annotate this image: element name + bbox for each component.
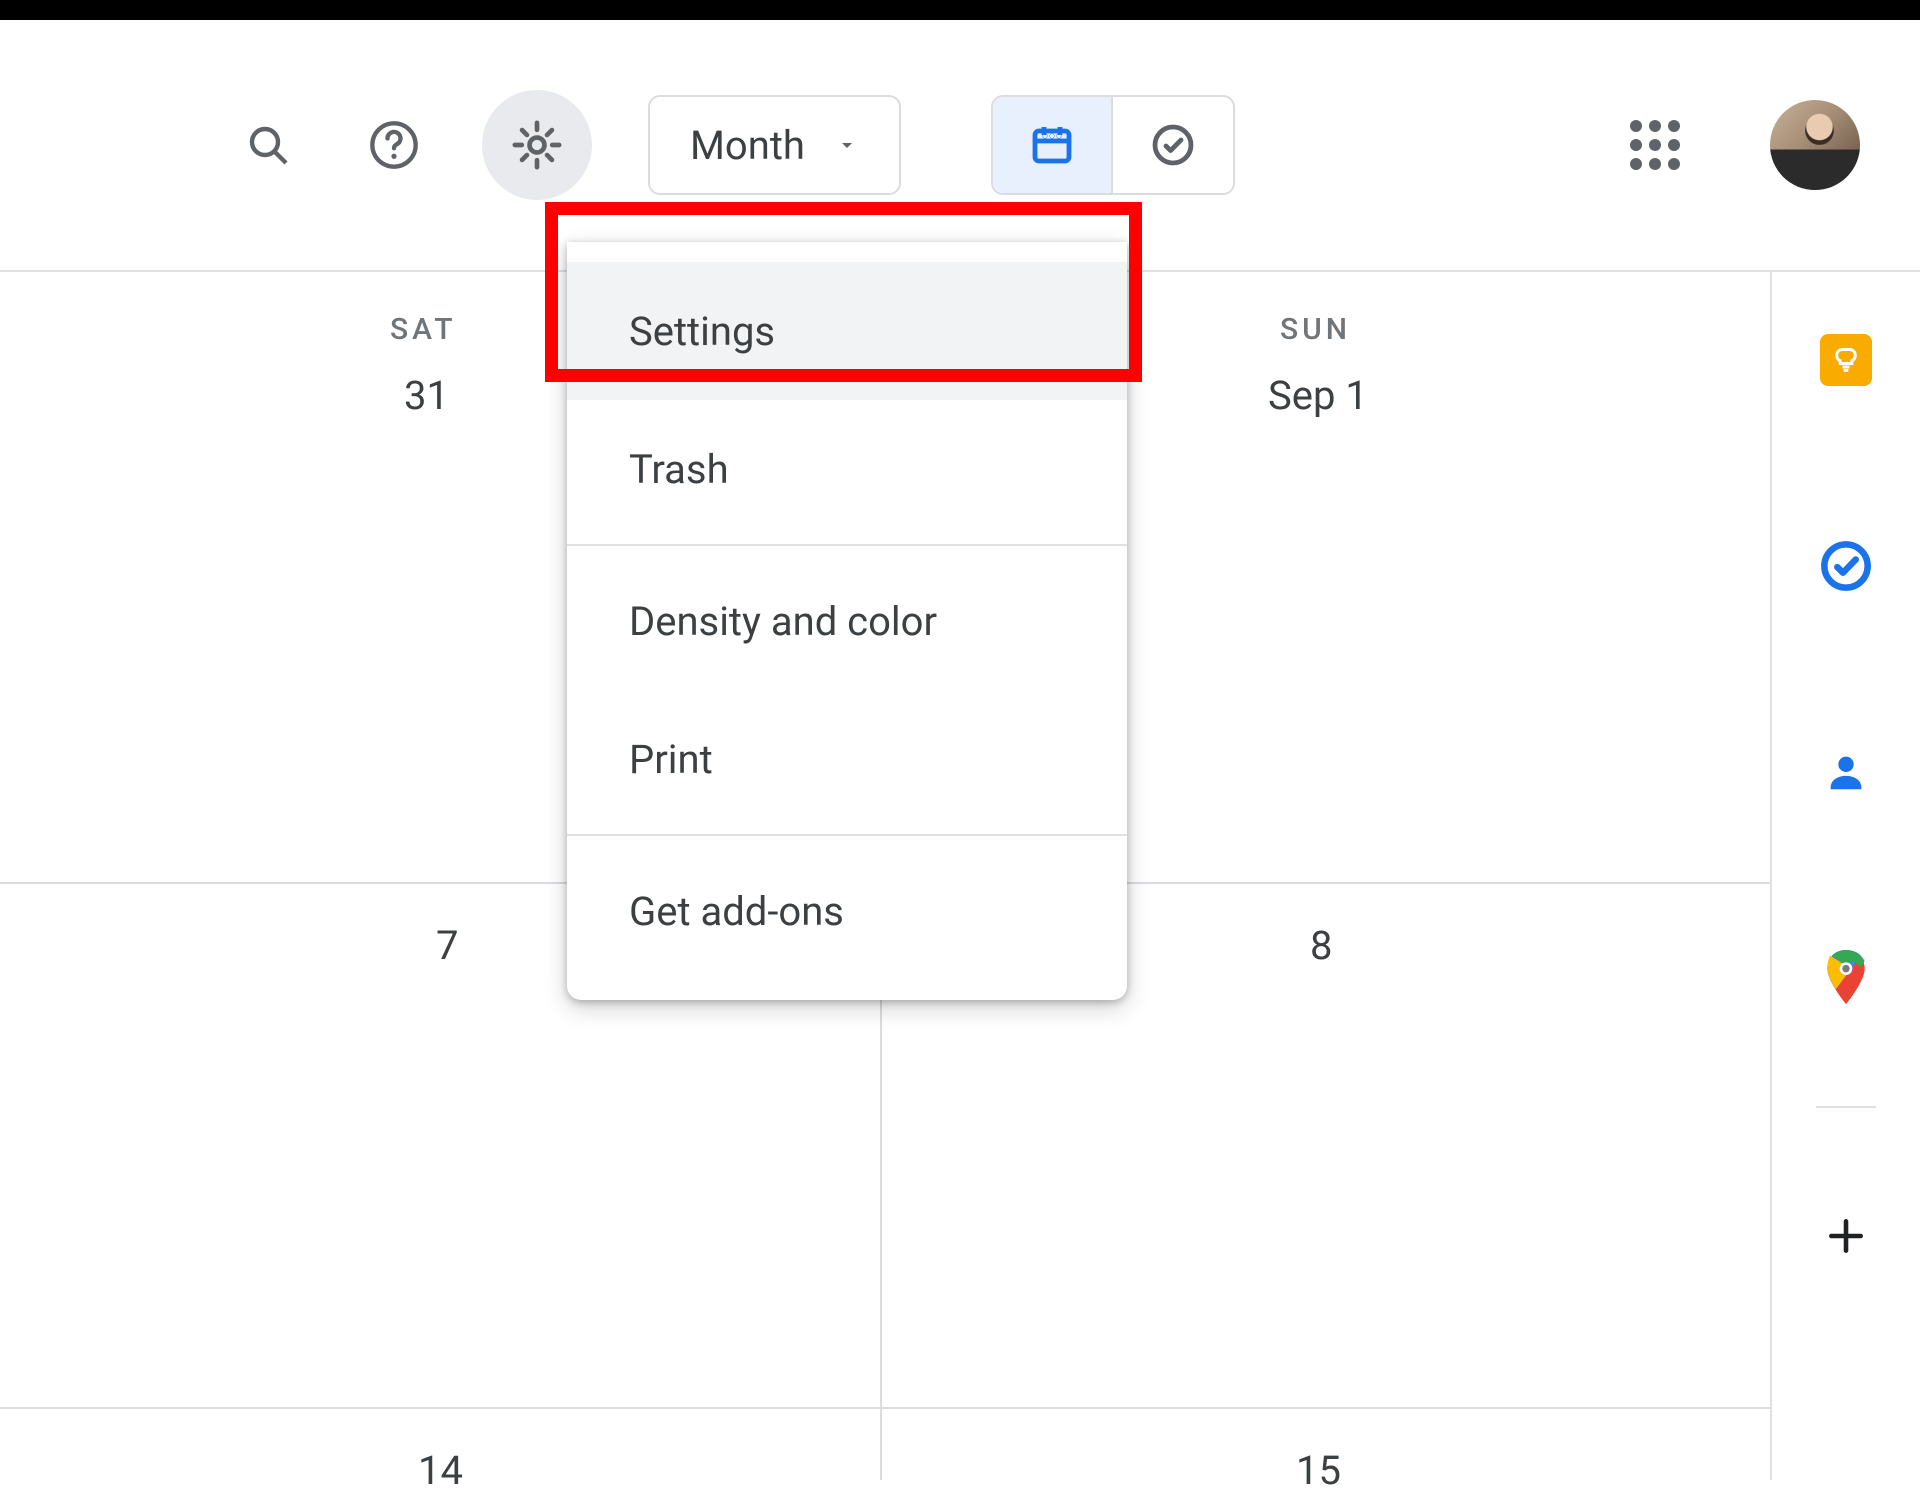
app-header: Month	[0, 20, 1920, 270]
day-cell[interactable]: Sep 1	[1268, 372, 1368, 419]
calendar-grid: SAT SUN 31 Sep 1 7 8 14 15 Settings Tras…	[0, 272, 1770, 1480]
menu-item-density-color[interactable]: Density and color	[567, 552, 1127, 690]
view-selector-label: Month	[690, 122, 805, 169]
grid-row-divider	[0, 1407, 1770, 1409]
settings-button[interactable]	[482, 90, 592, 200]
main-content: SAT SUN 31 Sep 1 7 8 14 15 Settings Tras…	[0, 270, 1920, 1480]
tasks-app-button[interactable]	[1818, 538, 1874, 594]
chevron-down-icon	[835, 133, 859, 157]
day-cell[interactable]: 15	[1296, 1447, 1341, 1494]
view-mode-segmented	[991, 95, 1235, 195]
menu-item-label: Get add-ons	[629, 888, 844, 935]
menu-item-label: Settings	[629, 308, 775, 355]
menu-separator	[567, 544, 1127, 546]
menu-item-label: Print	[629, 736, 713, 783]
contacts-app-button[interactable]	[1818, 744, 1874, 800]
side-panel	[1770, 272, 1920, 1480]
account-avatar[interactable]	[1770, 100, 1860, 190]
maps-icon	[1823, 950, 1869, 1006]
menu-item-get-addons[interactable]: Get add-ons	[567, 842, 1127, 980]
window-chrome-bar	[0, 0, 1920, 20]
menu-item-label: Density and color	[629, 598, 937, 645]
day-header-sun: SUN	[1280, 312, 1351, 347]
keep-app-button[interactable]	[1818, 332, 1874, 388]
menu-item-trash[interactable]: Trash	[567, 400, 1127, 538]
gear-icon	[509, 117, 565, 173]
plus-icon	[1824, 1214, 1868, 1258]
help-icon	[368, 119, 420, 171]
get-addons-side-button[interactable]	[1818, 1208, 1874, 1264]
help-button[interactable]	[356, 107, 432, 183]
day-cell[interactable]: 31	[404, 372, 449, 419]
contacts-icon	[1823, 749, 1869, 795]
search-icon	[244, 121, 292, 169]
tasks-icon	[1820, 540, 1872, 592]
keep-icon	[1820, 334, 1872, 386]
menu-separator	[567, 834, 1127, 836]
menu-item-print[interactable]: Print	[567, 690, 1127, 828]
day-header-sat: SAT	[390, 312, 457, 347]
side-panel-separator	[1816, 1106, 1876, 1108]
day-cell[interactable]: 7	[436, 922, 458, 969]
menu-item-label: Trash	[629, 446, 729, 493]
day-cell[interactable]: 8	[1310, 922, 1332, 969]
calendar-view-button[interactable]	[993, 97, 1113, 193]
calendar-icon	[1028, 121, 1076, 169]
tasks-view-button[interactable]	[1113, 97, 1233, 193]
task-check-icon	[1149, 121, 1197, 169]
view-selector[interactable]: Month	[648, 95, 901, 195]
day-cell[interactable]: 14	[418, 1447, 463, 1494]
menu-item-settings[interactable]: Settings	[567, 262, 1127, 400]
maps-app-button[interactable]	[1818, 950, 1874, 1006]
settings-dropdown: Settings Trash Density and color Print G…	[567, 242, 1127, 1000]
search-button[interactable]	[230, 107, 306, 183]
google-apps-button[interactable]	[1630, 120, 1680, 170]
